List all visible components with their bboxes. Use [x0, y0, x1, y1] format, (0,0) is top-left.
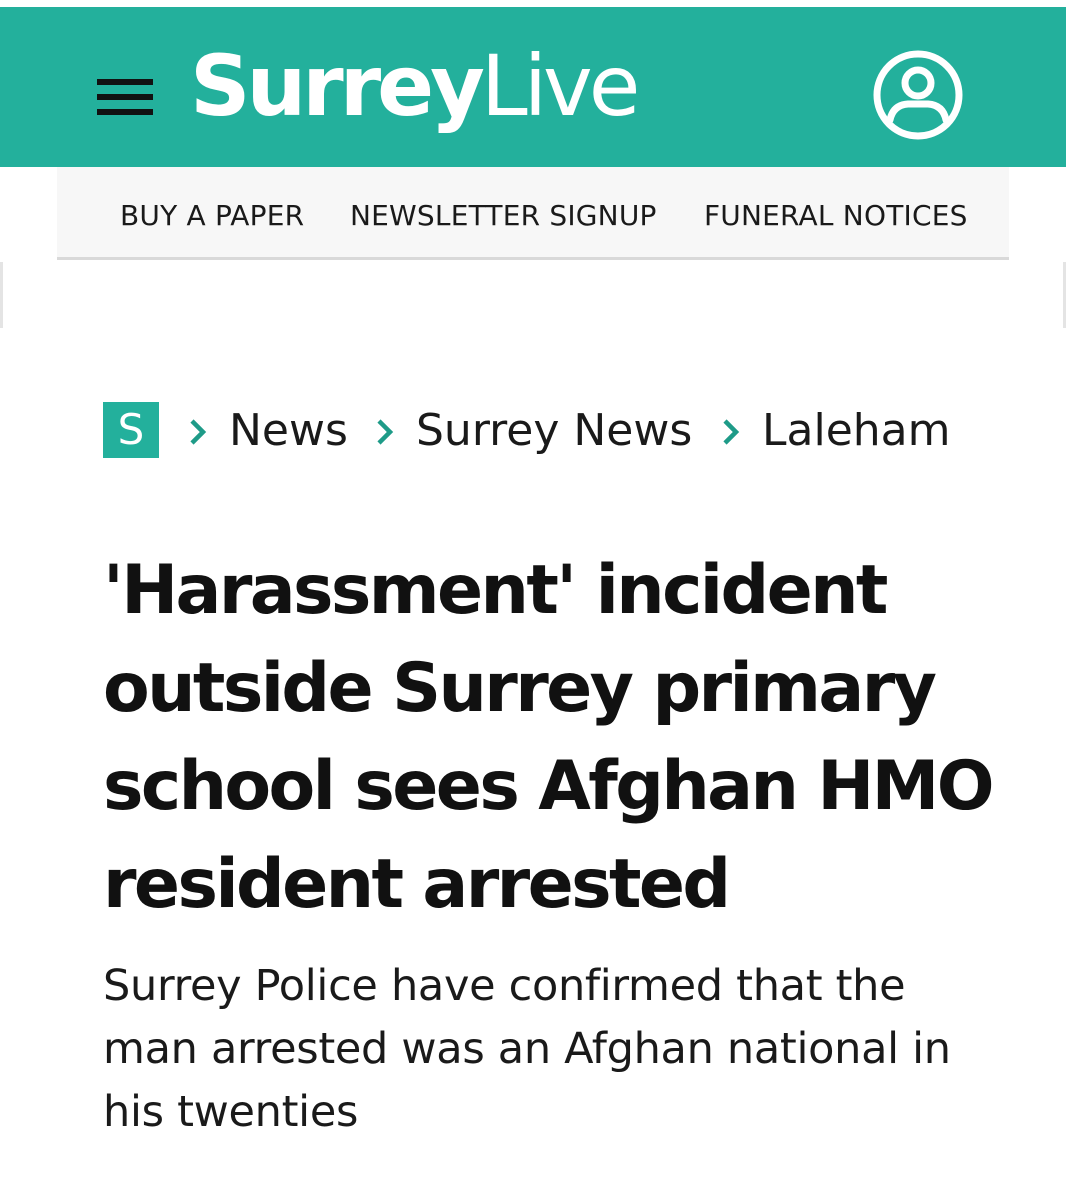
logo-live: Live	[480, 37, 641, 135]
hamburger-menu-icon[interactable]	[97, 79, 153, 115]
article-headline: 'Harassment' incident outside Surrey pri…	[103, 551, 995, 924]
home-badge[interactable]: S	[103, 402, 159, 458]
site-header: SurreyLive	[0, 7, 1066, 167]
user-account-icon[interactable]	[873, 50, 963, 140]
breadcrumb-news[interactable]: News	[229, 402, 348, 460]
chevron-right-icon	[723, 419, 740, 445]
nav-buy-a-paper[interactable]: BUY A PAPER	[120, 199, 304, 232]
chevron-right-icon	[377, 419, 394, 445]
article-standfirst: Surrey Police have confirmed that the ma…	[103, 961, 951, 1137]
nav-newsletter-signup[interactable]: NEWSLETTER SIGNUP	[350, 199, 657, 232]
logo-surrey: Surrey	[190, 37, 485, 135]
page-edge-left	[0, 262, 3, 328]
breadcrumb-surrey-news[interactable]: Surrey News	[416, 402, 692, 460]
site-logo[interactable]: SurreyLive	[190, 31, 641, 141]
breadcrumb-laleham[interactable]: Laleham	[762, 402, 950, 460]
chevron-right-icon	[190, 419, 207, 445]
secondary-nav: BUY A PAPER NEWSLETTER SIGNUP FUNERAL NO…	[57, 167, 1009, 260]
nav-funeral-notices[interactable]: FUNERAL NOTICES	[704, 199, 968, 232]
